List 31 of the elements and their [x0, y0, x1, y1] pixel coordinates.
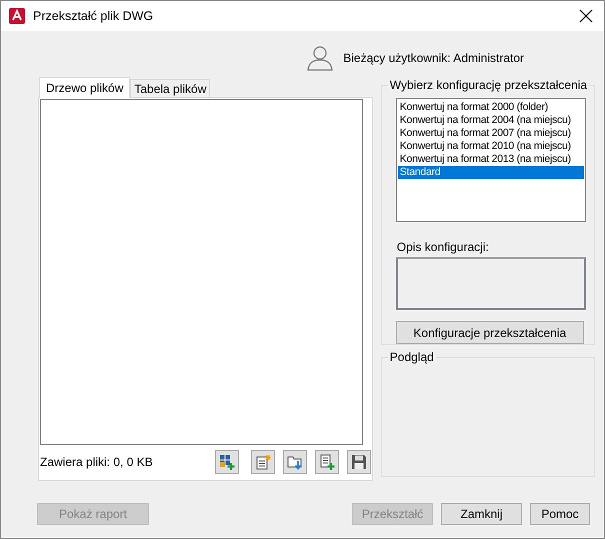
- folder-download-button[interactable]: [282, 450, 307, 474]
- close-button[interactable]: [578, 8, 594, 24]
- drawing-add-button[interactable]: [214, 450, 239, 474]
- configurations-button[interactable]: Konfiguracje przekształcenia: [396, 321, 584, 344]
- group-title: Wybierz konfigurację przekształcenia: [388, 78, 590, 92]
- drawing-add-icon: [218, 454, 235, 470]
- user-label: Bieżący użytkownik: Administrator: [343, 51, 524, 65]
- app-logo-icon: [9, 8, 25, 24]
- user-icon: [307, 45, 334, 71]
- list-item[interactable]: Konwertuj na format 2013 (na miejscu): [398, 153, 584, 166]
- tab[interactable]: Drzewo plików: [39, 77, 130, 98]
- new-list-button[interactable]: [250, 450, 275, 474]
- list-item[interactable]: Konwertuj na format 2007 (na miejscu): [398, 127, 584, 140]
- group-title: Podgląd: [388, 350, 436, 364]
- description-label: Opis konfiguracji:: [396, 240, 490, 254]
- description-field[interactable]: [396, 257, 586, 310]
- button[interactable]: Zamknij: [441, 503, 522, 525]
- folder-download-icon: [286, 454, 303, 470]
- list-item[interactable]: Standard: [398, 166, 584, 179]
- list-item[interactable]: Konwertuj na format 2004 (na miejscu): [398, 114, 584, 127]
- list-add-button[interactable]: [314, 450, 339, 474]
- new-list-icon: [254, 454, 271, 470]
- tab[interactable]: Tabela plików: [130, 79, 210, 97]
- button[interactable]: Pomoc: [530, 503, 590, 525]
- save-icon: [350, 454, 367, 470]
- list-add-icon: [318, 454, 335, 470]
- file-status: Zawiera pliki: 0, 0 KB: [40, 455, 154, 469]
- save-button[interactable]: [346, 450, 371, 474]
- list-item[interactable]: Konwertuj na format 2000 (folder): [398, 101, 584, 114]
- window-title: Przekształć plik DWG: [33, 9, 154, 23]
- list-item[interactable]: Konwertuj na format 2010 (na miejscu): [398, 140, 584, 153]
